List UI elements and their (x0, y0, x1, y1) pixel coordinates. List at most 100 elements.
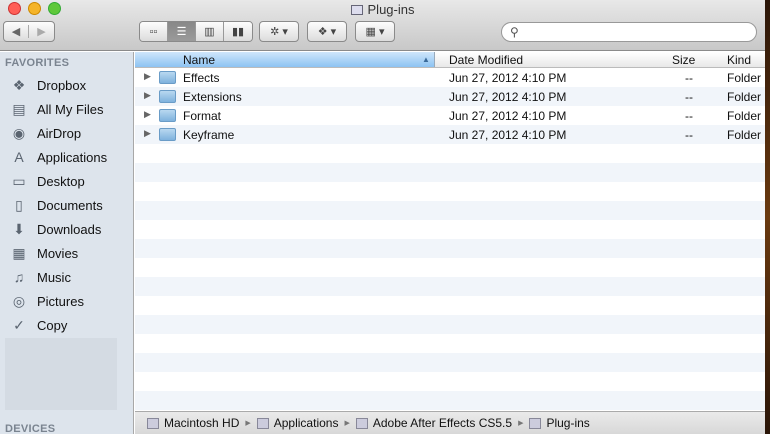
empty-row (135, 296, 765, 315)
folder-icon (529, 417, 542, 429)
path-item-label: Plug-ins (546, 416, 590, 430)
search-icon: ⚲ (510, 25, 519, 39)
dropbox-icon: ❖ (12, 76, 26, 93)
sidebar-item-music[interactable]: ♫ Music (10, 267, 71, 287)
empty-row (135, 277, 765, 296)
empty-row (135, 372, 765, 391)
coverflow-view-button[interactable]: ▮▮ (224, 22, 252, 41)
path-separator-icon: ▶ (245, 420, 251, 427)
sidebar-item-label: Desktop (37, 173, 85, 189)
file-name: Format (183, 109, 222, 123)
sidebar-item-applications[interactable]: A Applications (10, 147, 107, 167)
applications-icon: A (14, 149, 24, 165)
file-date: Jun 27, 2012 4:10 PM (449, 109, 567, 123)
column-view-button[interactable]: ▥ (196, 22, 224, 41)
sidebar-item-airdrop[interactable]: ◉ AirDrop (10, 123, 81, 143)
sidebar-item-movies[interactable]: ▦ Movies (10, 243, 78, 263)
sidebar-item-downloads[interactable]: ⬇ Downloads (10, 219, 101, 239)
gear-icon: ✲ ▾ (270, 26, 288, 38)
path-separator-icon: ▶ (518, 420, 524, 427)
file-size: -- (685, 90, 693, 104)
desktop-background (765, 0, 770, 434)
sidebar-item-documents[interactable]: ▯ Documents (10, 195, 103, 215)
table-row[interactable]: ▶ Keyframe Jun 27, 2012 4:10 PM -- Folder (135, 125, 765, 144)
folder-icon (159, 128, 176, 141)
forward-icon[interactable]: ▶ (29, 25, 54, 38)
airdrop-icon: ◉ (12, 124, 26, 141)
file-name: Extensions (183, 90, 242, 104)
list-view-button[interactable]: ☰ (168, 22, 196, 41)
documents-icon: ▯ (15, 196, 23, 213)
file-size: -- (685, 71, 693, 85)
file-date: Jun 27, 2012 4:10 PM (449, 71, 567, 85)
empty-row (135, 239, 765, 258)
file-kind: Folder (727, 90, 762, 104)
file-date: Jun 27, 2012 4:10 PM (449, 90, 567, 104)
file-kind: Folder (727, 128, 762, 142)
table-row[interactable]: ▶ Format Jun 27, 2012 4:10 PM -- Folder (135, 106, 765, 125)
sidebar-item-label: Documents (37, 197, 103, 213)
sidebar-item-desktop[interactable]: ▭ Desktop (10, 171, 85, 191)
back-icon[interactable]: ◀ (4, 25, 29, 38)
column-kind[interactable]: Kind (727, 53, 751, 67)
back-forward-buttons: ◀ ▶ (3, 21, 55, 42)
path-item[interactable]: Plug-ins (529, 416, 590, 430)
empty-row (135, 258, 765, 277)
sidebar-item-label: Copy (37, 317, 68, 333)
empty-row (135, 163, 765, 182)
column-date-modified[interactable]: Date Modified (449, 53, 523, 67)
sidebar-item-label: Movies (37, 245, 79, 261)
sidebar-item-copy[interactable]: ✓ Copy (10, 315, 67, 335)
dropbox-icon: ❖ ▾ (317, 26, 337, 38)
disclosure-triangle-icon[interactable]: ▶ (144, 90, 151, 101)
sidebar-item-label: AirDrop (37, 125, 82, 141)
disclosure-triangle-icon[interactable]: ▶ (144, 109, 151, 120)
window-title-text: Plug-ins (367, 2, 415, 17)
sidebar-blank-area (5, 338, 117, 410)
path-item[interactable]: Applications (256, 416, 338, 430)
arrange-menu-button[interactable]: ▦ ▾ (355, 21, 395, 42)
arrange-icon: ▦ ▾ (365, 26, 385, 38)
column-size[interactable]: Size (672, 53, 695, 67)
sidebar-item-pictures[interactable]: ◎ Pictures (10, 291, 84, 311)
table-row[interactable]: ▶ Effects Jun 27, 2012 4:10 PM -- Folder (135, 68, 765, 87)
action-menu-button[interactable]: ✲ ▾ (259, 21, 299, 42)
view-switcher: ▫▫ ☰ ▥ ▮▮ (139, 21, 253, 42)
sidebar-item-label: Downloads (37, 221, 102, 237)
file-size: -- (685, 109, 693, 123)
movies-icon: ▦ (12, 244, 26, 261)
folder-icon (256, 417, 269, 429)
title-bar: Plug-ins ◀ ▶ ▫▫ ☰ ▥ ▮▮ ✲ ▾ ❖ ▾ ▦ ▾ ⚲ (0, 0, 765, 51)
empty-row (135, 391, 765, 410)
window-title: Plug-ins (0, 2, 765, 17)
sidebar-item-label: Applications (37, 149, 108, 165)
sidebar-item-label: Dropbox (37, 77, 87, 93)
column-name[interactable]: Name ▲ (135, 52, 435, 67)
search-input[interactable]: ⚲ (501, 22, 757, 42)
column-name-label: Name (183, 53, 216, 67)
table-row[interactable]: ▶ Extensions Jun 27, 2012 4:10 PM -- Folder (135, 87, 765, 106)
empty-row (135, 144, 765, 163)
devices-header: DEVICES (5, 423, 56, 434)
dropbox-menu-button[interactable]: ❖ ▾ (307, 21, 347, 42)
empty-row (135, 353, 765, 372)
sidebar-item-label: Pictures (37, 293, 84, 309)
path-separator-icon: ▶ (344, 420, 350, 427)
favorites-header: FAVORITES (5, 57, 70, 69)
path-item[interactable]: Adobe After Effects CS5.5 (355, 416, 513, 430)
path-item-label: Adobe After Effects CS5.5 (372, 416, 513, 430)
empty-row (135, 315, 765, 334)
disclosure-triangle-icon[interactable]: ▶ (144, 71, 151, 82)
path-item[interactable]: Macintosh HD (147, 416, 239, 430)
disclosure-triangle-icon[interactable]: ▶ (144, 128, 151, 139)
sidebar-item-label: All My Files (37, 101, 104, 117)
empty-row (135, 182, 765, 201)
file-size: -- (685, 128, 693, 142)
icon-view-button[interactable]: ▫▫ (140, 22, 168, 41)
sidebar-item-dropbox[interactable]: ❖ Dropbox (10, 75, 86, 95)
sidebar: FAVORITES ❖ Dropbox ▤ All My Files ◉ AirDrop A… (0, 52, 134, 434)
folder-icon (355, 417, 368, 429)
folder-icon (159, 109, 176, 122)
sidebar-item-all-my-files[interactable]: ▤ All My Files (10, 99, 103, 119)
sort-ascending-icon: ▲ (422, 55, 430, 64)
